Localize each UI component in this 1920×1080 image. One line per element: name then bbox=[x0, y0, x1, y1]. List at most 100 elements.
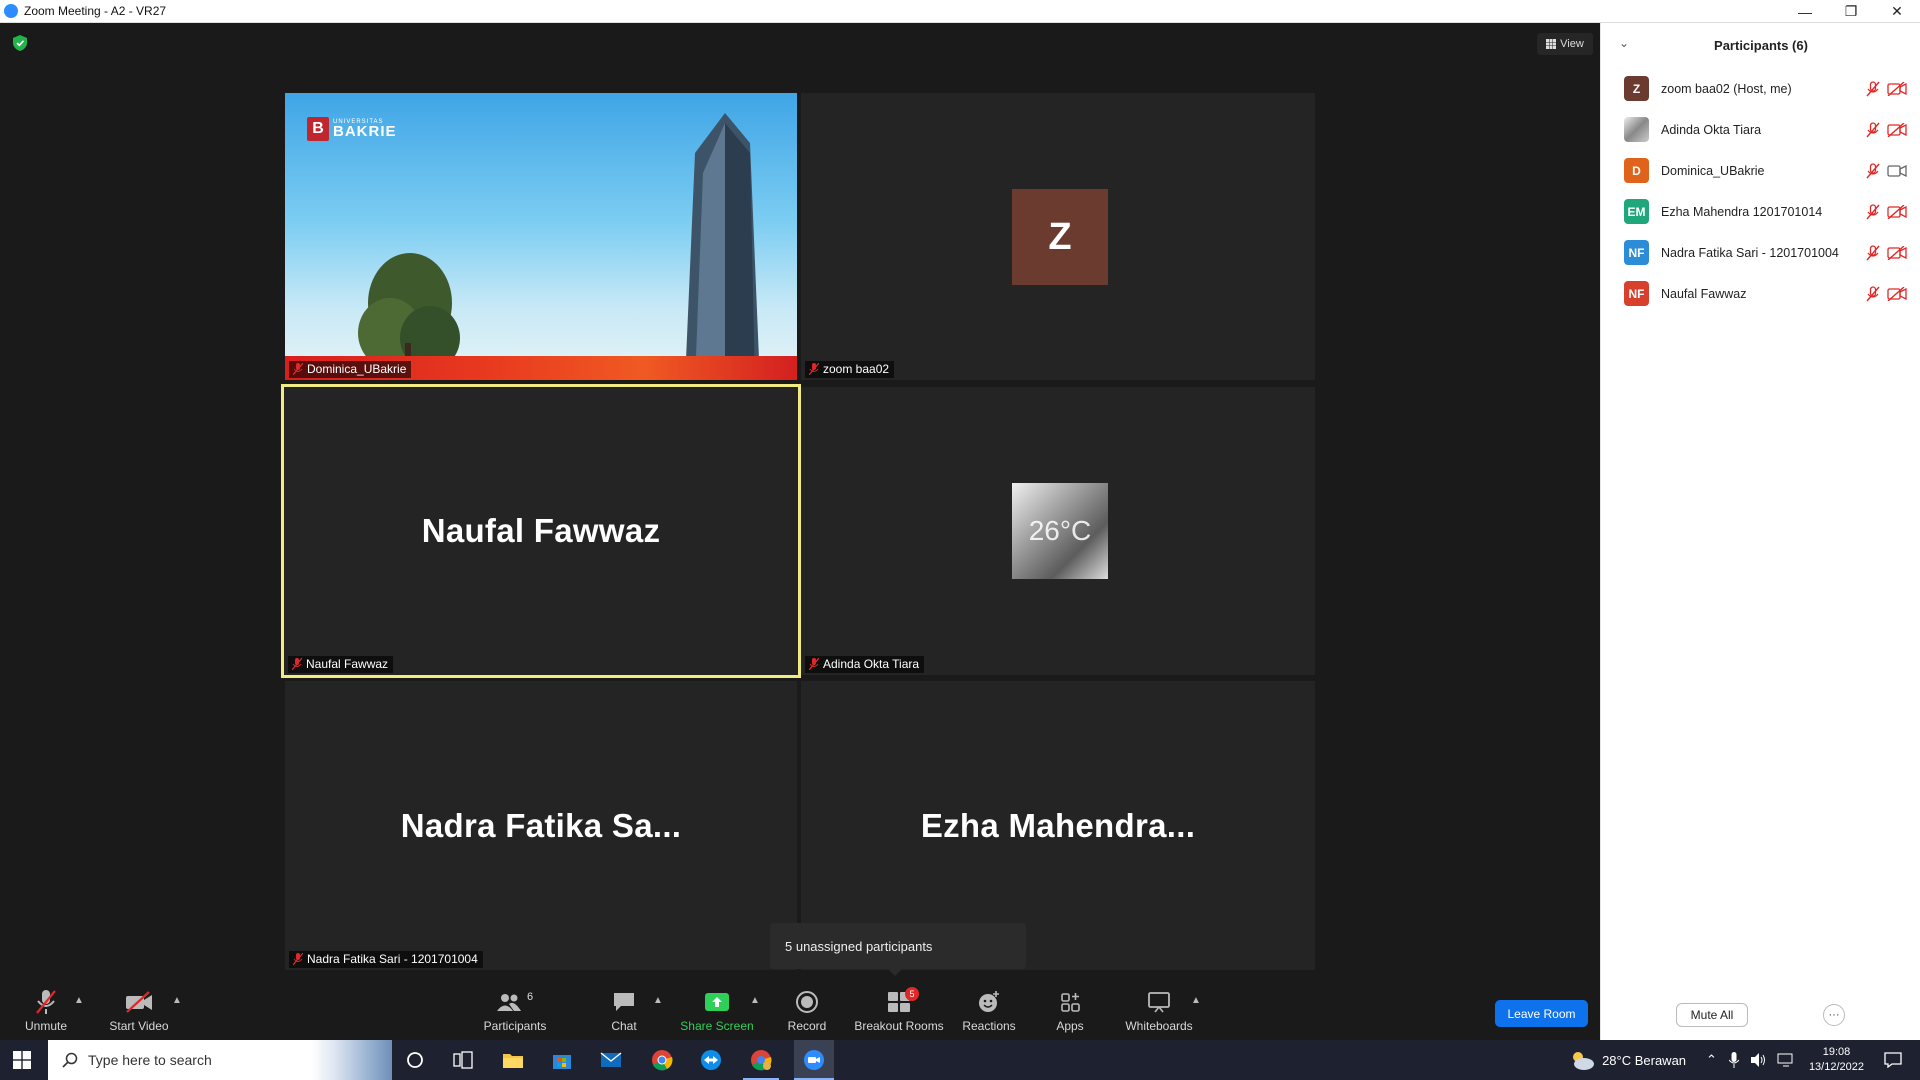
name-tag: Naufal Fawwaz bbox=[288, 656, 394, 673]
zoom-taskbar-icon[interactable] bbox=[794, 1040, 834, 1080]
mic-muted-icon[interactable] bbox=[1866, 80, 1880, 97]
name-tag-label: Dominica_UBakrie bbox=[307, 362, 407, 376]
logo-letter: B bbox=[307, 117, 329, 141]
start-video-label: Start Video bbox=[109, 1019, 169, 1033]
participant-row[interactable]: Adinda Okta Tiara bbox=[1601, 109, 1920, 150]
leave-room-button[interactable]: Leave Room bbox=[1495, 1000, 1588, 1027]
chrome-icon[interactable] bbox=[648, 1046, 676, 1074]
mute-all-button[interactable]: Mute All bbox=[1676, 1003, 1748, 1027]
meeting-toolbar: Unmute ▲ Start Video ▲ 6 Participants Ch… bbox=[0, 981, 1600, 1040]
share-options-caret[interactable]: ▲ bbox=[750, 995, 760, 1006]
chat-button[interactable]: Chat bbox=[604, 981, 644, 1040]
mic-muted-icon bbox=[809, 363, 819, 375]
reactions-label: Reactions bbox=[962, 1019, 1016, 1033]
name-tag-label: Naufal Fawwaz bbox=[306, 657, 389, 671]
video-off-icon[interactable] bbox=[1887, 286, 1907, 301]
participant-row[interactable]: EM Ezha Mahendra 1201701014 bbox=[1601, 191, 1920, 232]
video-tile-naufal[interactable]: Naufal Fawwaz Naufal Fawwaz bbox=[281, 384, 801, 678]
record-button[interactable]: Record bbox=[784, 981, 830, 1040]
mic-muted-icon[interactable] bbox=[1866, 162, 1880, 179]
unassigned-participants-tooltip: 5 unassigned participants bbox=[770, 923, 1026, 976]
grid-icon bbox=[1546, 39, 1557, 49]
participants-button[interactable]: 6 Participants bbox=[480, 981, 550, 1040]
apps-button[interactable]: Apps bbox=[1052, 981, 1088, 1040]
participants-label: Participants bbox=[483, 1019, 547, 1033]
video-off-icon[interactable] bbox=[1887, 204, 1907, 219]
view-button[interactable]: View bbox=[1537, 33, 1593, 55]
video-off-icon bbox=[126, 991, 152, 1013]
whiteboards-button[interactable]: Whiteboards bbox=[1122, 981, 1196, 1040]
whiteboard-options-caret[interactable]: ▲ bbox=[1191, 995, 1201, 1006]
video-tile-zoom-baa02[interactable]: Z zoom baa02 bbox=[801, 93, 1315, 380]
participant-display-name: Nadra Fatika Sa... bbox=[400, 806, 682, 844]
cortana-icon[interactable] bbox=[401, 1046, 429, 1074]
participant-row[interactable]: NF Nadra Fatika Sari - 1201701004 bbox=[1601, 232, 1920, 273]
participant-row[interactable]: Z zoom baa02 (Host, me) bbox=[1601, 68, 1920, 109]
share-screen-button[interactable]: Share Screen bbox=[680, 981, 754, 1040]
video-options-caret[interactable]: ▲ bbox=[172, 995, 182, 1006]
windows-start-icon[interactable] bbox=[13, 1051, 31, 1069]
video-tile-adinda[interactable]: 26°C Adinda Okta Tiara bbox=[801, 387, 1315, 675]
participant-name: Nadra Fatika Sari - 1201701004 bbox=[1661, 245, 1839, 260]
mic-muted-icon[interactable] bbox=[1866, 203, 1880, 220]
avatar: D bbox=[1624, 158, 1649, 183]
reactions-icon bbox=[979, 991, 999, 1012]
mic-muted-icon[interactable] bbox=[1866, 285, 1880, 302]
network-icon[interactable] bbox=[1777, 1053, 1795, 1067]
participants-panel: ⌄ Participants (6) Z zoom baa02 (Host, m… bbox=[1600, 23, 1920, 1040]
name-tag-label: zoom baa02 bbox=[823, 362, 890, 376]
start-video-button[interactable]: Start Video bbox=[104, 981, 174, 1040]
mail-icon[interactable] bbox=[597, 1046, 625, 1074]
video-off-icon[interactable] bbox=[1887, 81, 1907, 96]
mic-muted-icon bbox=[293, 953, 303, 965]
participant-name: Ezha Mahendra 1201701014 bbox=[1661, 204, 1823, 219]
name-tag: Nadra Fatika Sari - 1201701004 bbox=[289, 951, 483, 968]
minimize-button[interactable]: — bbox=[1782, 0, 1828, 23]
system-clock[interactable]: 19:08 13/12/2022 bbox=[1809, 1045, 1864, 1075]
restore-button[interactable]: ❐ bbox=[1828, 0, 1874, 23]
breakout-rooms-button[interactable]: 5 Breakout Rooms bbox=[854, 981, 944, 1040]
window-titlebar: Zoom Meeting - A2 - VR27 — ❐ ✕ bbox=[0, 0, 1920, 23]
mic-muted-icon bbox=[293, 363, 303, 375]
search-placeholder: Type here to search bbox=[88, 1052, 212, 1068]
security-shield-icon[interactable] bbox=[13, 35, 27, 51]
zoom-logo-icon bbox=[4, 4, 18, 18]
teamviewer-icon[interactable] bbox=[697, 1046, 725, 1074]
close-button[interactable]: ✕ bbox=[1874, 0, 1920, 23]
task-view-icon[interactable] bbox=[449, 1046, 477, 1074]
clock-date: 13/12/2022 bbox=[1808, 1061, 1864, 1073]
taskbar-search-box[interactable]: Type here to search bbox=[48, 1040, 392, 1080]
weather-text[interactable]: 28°C Berawan bbox=[1602, 1053, 1686, 1068]
view-label: View bbox=[1560, 38, 1584, 50]
speaker-icon[interactable] bbox=[1750, 1053, 1767, 1067]
file-explorer-icon[interactable] bbox=[499, 1046, 527, 1074]
participant-row[interactable]: NF Naufal Fawwaz bbox=[1601, 273, 1920, 314]
avatar: Z bbox=[1624, 76, 1649, 101]
video-tile-nadra[interactable]: Nadra Fatika Sa... Nadra Fatika Sari - 1… bbox=[285, 681, 797, 970]
video-on-icon[interactable] bbox=[1887, 164, 1907, 178]
video-off-icon[interactable] bbox=[1887, 245, 1907, 260]
microsoft-store-icon[interactable] bbox=[548, 1046, 576, 1074]
reactions-button[interactable]: Reactions bbox=[960, 981, 1018, 1040]
name-tag: Adinda Okta Tiara bbox=[805, 656, 925, 673]
name-tag: zoom baa02 bbox=[805, 361, 895, 378]
participant-name: Dominica_UBakrie bbox=[1661, 163, 1765, 178]
video-off-icon[interactable] bbox=[1887, 122, 1907, 137]
unmute-button[interactable]: Unmute bbox=[18, 981, 74, 1040]
breakout-badge: 5 bbox=[905, 987, 919, 1001]
mic-muted-icon[interactable] bbox=[1866, 121, 1880, 138]
panel-title: Participants (6) bbox=[1714, 37, 1808, 53]
audio-options-caret[interactable]: ▲ bbox=[74, 995, 84, 1006]
university-logo: B UNIVERSITAS BAKRIE bbox=[307, 117, 397, 141]
whiteboards-label: Whiteboards bbox=[1125, 1019, 1193, 1033]
participant-row[interactable]: D Dominica_UBakrie bbox=[1601, 150, 1920, 191]
clock-time: 19:08 bbox=[1822, 1046, 1851, 1058]
mic-muted-icon[interactable] bbox=[1866, 244, 1880, 261]
video-tile-dominica[interactable]: B UNIVERSITAS BAKRIE Dominica_UBakrie bbox=[285, 93, 797, 380]
chat-options-caret[interactable]: ▲ bbox=[653, 995, 663, 1006]
tray-chevron-icon[interactable]: ⌃ bbox=[1706, 1052, 1717, 1068]
chrome-profile-icon[interactable] bbox=[747, 1046, 775, 1074]
more-options-button[interactable]: ··· bbox=[1823, 1004, 1845, 1026]
microphone-icon[interactable] bbox=[1728, 1052, 1739, 1068]
notifications-icon[interactable] bbox=[1884, 1052, 1902, 1068]
